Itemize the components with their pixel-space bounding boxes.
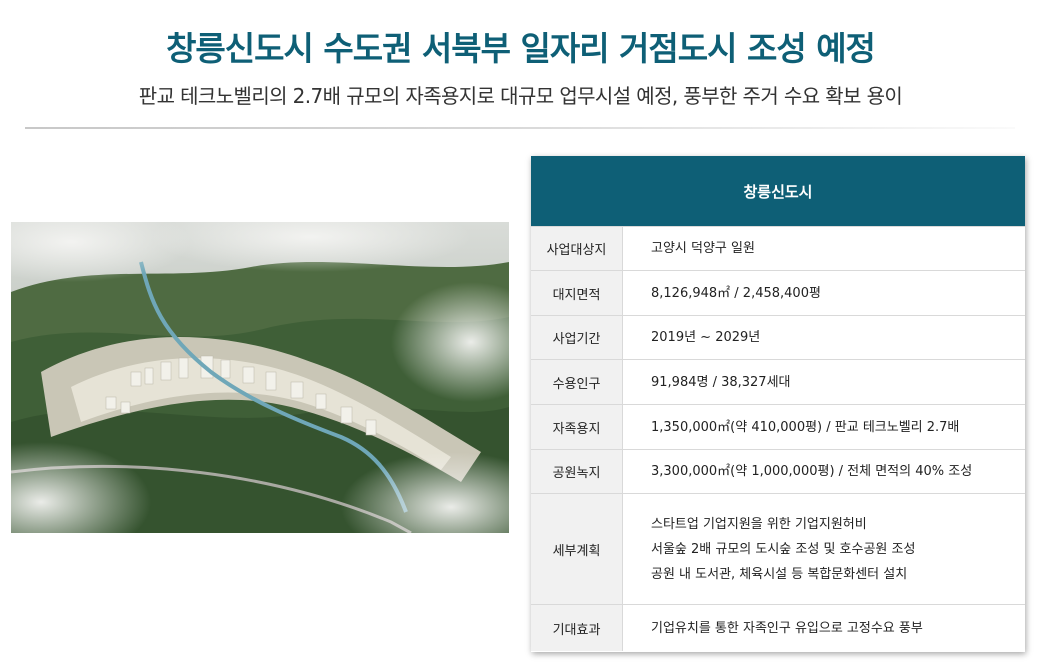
page-subtitle: 판교 테크노벨리의 2.7배 규모의 자족용지로 대규모 업무시설 예정, 풍부… bbox=[138, 84, 903, 108]
table-header: 창릉신도시 bbox=[531, 156, 1025, 226]
row-value: 기업유치를 통한 자족인구 유입으로 고정수요 풍부 bbox=[651, 620, 923, 636]
table-row: 수용인구 91,984명 / 38,327세대 bbox=[531, 359, 1025, 404]
row-value: 3,300,000㎡(약 1,000,000평) / 전체 면적의 40% 조성 bbox=[651, 464, 973, 479]
info-table: 창릉신도시 사업대상지 고양시 덕양구 일원 대지면적 8,126,948㎡ /… bbox=[531, 156, 1025, 652]
table-row: 대지면적 8,126,948㎡ / 2,458,400평 bbox=[531, 270, 1025, 315]
row-label: 자족용지 bbox=[531, 405, 623, 449]
row-label: 공원녹지 bbox=[531, 450, 623, 493]
row-value: 2019년 ~ 2029년 bbox=[651, 330, 761, 345]
table-row: 자족용지 1,350,000㎡(약 410,000평) / 판교 테크노벨리 2… bbox=[531, 404, 1025, 449]
row-value: 1,350,000㎡(약 410,000평) / 판교 테크노벨리 2.7배 bbox=[651, 419, 960, 435]
divider bbox=[25, 127, 1015, 129]
row-value: 8,126,948㎡ / 2,458,400평 bbox=[651, 285, 821, 301]
table-row: 사업기간 2019년 ~ 2029년 bbox=[531, 315, 1025, 359]
aerial-photo bbox=[11, 222, 509, 533]
row-value: 스타트업 기업지원을 위한 기업지원허비 서울숲 2배 규모의 도시숲 조성 및… bbox=[651, 516, 916, 582]
page-title: 창릉신도시 수도권 서북부 일자리 거점도시 조성 예정 bbox=[166, 29, 876, 68]
row-label: 사업대상지 bbox=[531, 227, 623, 270]
row-label: 사업기간 bbox=[531, 316, 623, 359]
row-label: 수용인구 bbox=[531, 360, 623, 404]
table-row: 공원녹지 3,300,000㎡(약 1,000,000평) / 전체 면적의 4… bbox=[531, 449, 1025, 493]
row-label: 세부계획 bbox=[531, 494, 623, 604]
row-label: 대지면적 bbox=[531, 271, 623, 315]
table-row: 세부계획 스타트업 기업지원을 위한 기업지원허비 서울숲 2배 규모의 도시숲… bbox=[531, 493, 1025, 604]
row-label: 기대효과 bbox=[531, 605, 623, 651]
table-row: 기대효과 기업유치를 통한 자족인구 유입으로 고정수요 풍부 bbox=[531, 604, 1025, 651]
row-value: 91,984명 / 38,327세대 bbox=[651, 374, 791, 390]
table-row: 사업대상지 고양시 덕양구 일원 bbox=[531, 226, 1025, 270]
row-value: 고양시 덕양구 일원 bbox=[651, 241, 755, 256]
